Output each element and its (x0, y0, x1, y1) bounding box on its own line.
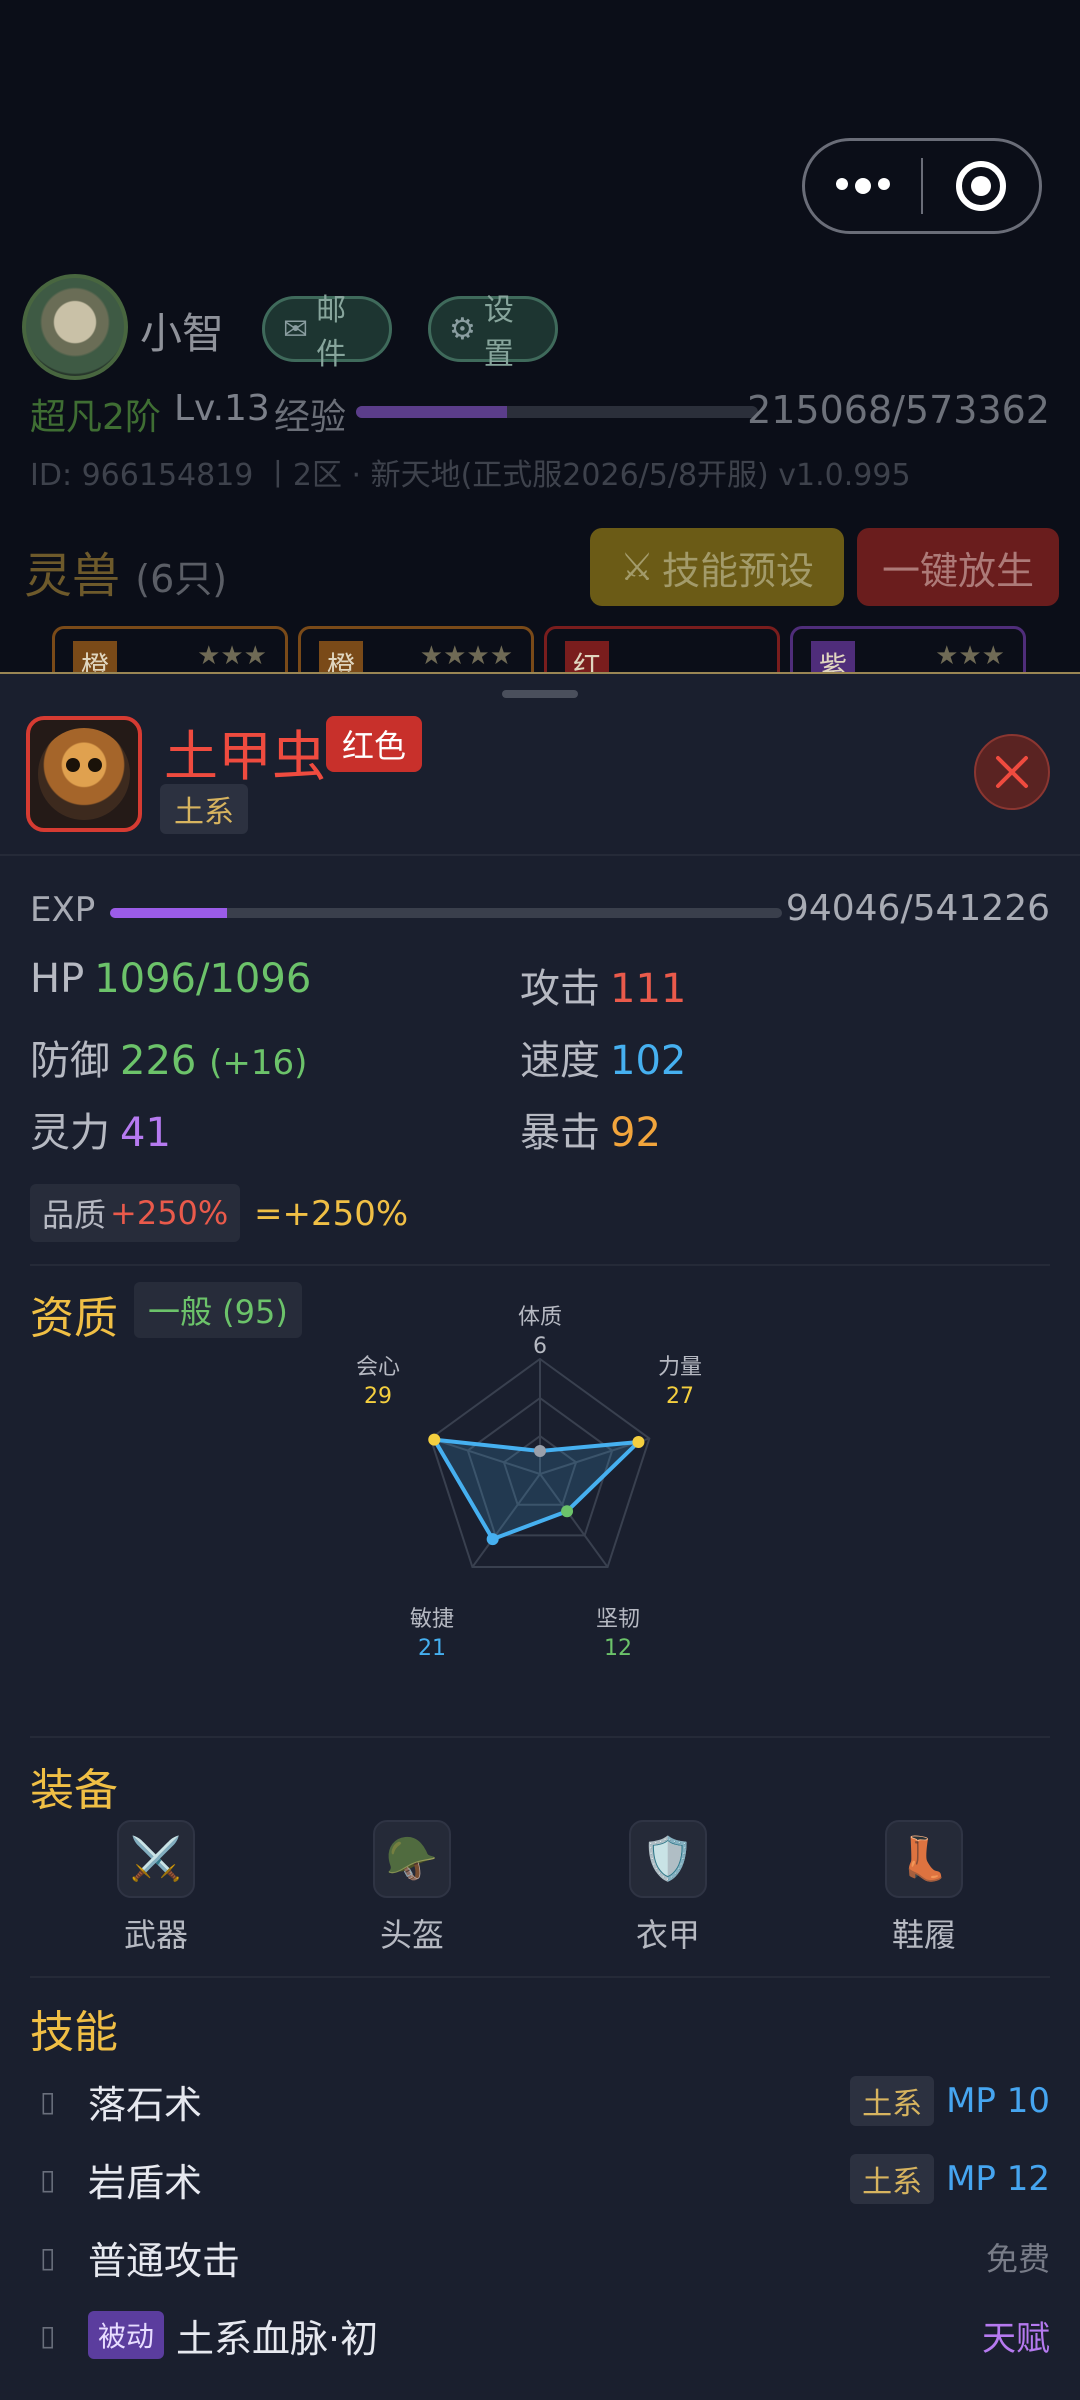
player-exp-label: 经验 (274, 397, 347, 438)
boots-icon: 👢 (885, 1820, 963, 1898)
gear-icon: ⚙ (449, 311, 476, 347)
skill-cost: MP 12 (946, 2159, 1050, 2199)
passive-tag: 被动 (88, 2311, 165, 2359)
skill-name: 普通攻击 (88, 2238, 241, 2283)
skill-element-tag: 土系 (850, 2076, 935, 2126)
equipment-title: 装备 (30, 1765, 118, 1816)
quality-total: =+250% (254, 1194, 409, 1234)
pet-card-stars: ★★★ (197, 641, 267, 671)
mailbox-icon: ✉ (283, 311, 309, 347)
pet-card-stars: ★★★★ (419, 641, 513, 671)
skill-name: 岩盾术 (88, 2160, 203, 2205)
radar-label: 力量 27 (657, 1355, 702, 1409)
armor-icon: 🛡️ (629, 1820, 707, 1898)
equip-slot-label: 武器 (123, 1916, 188, 1954)
skill-name: 土系血脉·初 (176, 2316, 379, 2361)
aptitude-radar-chart: 体质 6 力量 27 坚韧 12 敏捷 21 会心 29 (340, 1305, 740, 1694)
pet-card-stars: ★★★ (935, 641, 1005, 671)
radar-label: 敏捷 21 (409, 1607, 454, 1661)
skill-icon: ▯ (40, 2084, 56, 2118)
settings-button[interactable]: ⚙ 设置 (428, 293, 558, 372)
radar-point (561, 1505, 574, 1518)
mail-button[interactable]: ✉ 邮件 (262, 293, 392, 372)
skill-element-tag: 土系 (850, 2154, 935, 2204)
release-all-button[interactable]: 一键放生 (857, 528, 1059, 606)
stat-speed: 速度 102 (520, 1038, 687, 1084)
pet-name: 土甲虫 (164, 725, 326, 788)
crossed-swords-icon: ⚔ (619, 545, 655, 589)
sheet-drag-handle[interactable] (502, 690, 578, 698)
more-button[interactable] (805, 141, 921, 231)
quality-badge: 红色 (326, 716, 423, 772)
pet-exp-value: 94046/541226 (785, 888, 1050, 929)
radar-label: 体质 6 (517, 1305, 562, 1359)
player-rank: 超凡2阶 (30, 397, 161, 438)
skill-icon: ▯ (40, 2162, 56, 2196)
equip-slot-label: 衣甲 (635, 1916, 700, 1954)
radar-label: 会心 29 (355, 1355, 400, 1409)
pet-exp-bar (110, 908, 782, 918)
weapon-icon: ⚔️ (117, 1820, 195, 1898)
mail-label: 邮件 (316, 293, 347, 372)
aptitude-title: 资质 (30, 1293, 118, 1344)
player-exp-value: 215068/573362 (747, 388, 1050, 432)
skill-cost: 免费 (985, 2240, 1050, 2278)
skill-name: 落石术 (88, 2082, 203, 2127)
radar-point (534, 1445, 546, 1457)
player-id-line: ID: 966154819 丨2区 · 新天地(正式服2026/5/8开服) v… (30, 458, 911, 493)
element-badge: 土系 (160, 784, 248, 834)
stat-hp: HP 1096/1096 (30, 956, 312, 1002)
pet-exp-label: EXP (30, 890, 96, 930)
close-icon (996, 756, 1028, 788)
beetle-icon (38, 728, 130, 820)
pets-section-title: 灵兽 (6只) (24, 548, 228, 604)
equip-slot-label: 鞋履 (891, 1916, 956, 1954)
radar-point (428, 1433, 441, 1446)
stat-attack: 攻击 111 (520, 966, 687, 1012)
skills-title: 技能 (30, 2007, 118, 2058)
background-screen: 小智 ✉ 邮件 ⚙ 设置 超凡2阶 Lv.13 经验 215068/573362… (0, 0, 1080, 686)
radar-point (486, 1533, 499, 1546)
exit-button[interactable] (923, 141, 1039, 231)
player-level: Lv.13 (174, 388, 270, 429)
pet-detail-sheet: 土甲虫 红色 土系 EXP 94046/541226 HP 1096/1096 攻… (0, 672, 1080, 2400)
equip-slot-boots[interactable]: 👢 鞋履 (864, 1820, 984, 1956)
mini-program-capsule (802, 138, 1042, 234)
skill-preset-button[interactable]: ⚔ 技能预设 (590, 528, 844, 606)
settings-label: 设置 (483, 293, 514, 372)
skill-icon: ▯ (40, 2240, 56, 2274)
target-icon (956, 161, 1006, 211)
skill-row[interactable]: ▯ 被动 土系血脉·初 天赋 (30, 2300, 1050, 2370)
skill-row[interactable]: ▯ 普通攻击 免费 (30, 2222, 1050, 2292)
close-button[interactable] (974, 734, 1050, 810)
skill-preset-label: 技能预设 (662, 548, 815, 593)
equip-slot-helmet[interactable]: 🪖 头盔 (352, 1820, 472, 1956)
skill-icon: ▯ (40, 2318, 56, 2352)
radar-label: 坚韧 12 (595, 1607, 640, 1661)
skill-cost: 天赋 (982, 2318, 1050, 2359)
skill-row[interactable]: ▯ 落石术 土系 MP 10 (30, 2066, 1050, 2136)
equip-slot-weapon[interactable]: ⚔️ 武器 (96, 1820, 216, 1956)
pet-portrait (26, 716, 142, 832)
aptitude-grade: 一般 (95) (134, 1282, 302, 1338)
equip-slot-armor[interactable]: 🛡️ 衣甲 (608, 1820, 728, 1956)
skill-row[interactable]: ▯ 岩盾术 土系 MP 12 (30, 2144, 1050, 2214)
quality-bonus: 品质 +250% (30, 1184, 241, 1242)
more-dots-icon (836, 178, 890, 194)
stat-crit: 暴击 92 (520, 1110, 661, 1156)
stat-spirit: 灵力 41 (30, 1110, 171, 1156)
player-exp-bar (356, 406, 758, 418)
skill-cost: MP 10 (946, 2081, 1050, 2121)
radar-point (632, 1436, 645, 1449)
player-avatar[interactable] (22, 274, 128, 380)
player-name: 小智 (140, 309, 225, 358)
stat-defense: 防御 226 (+16) (30, 1038, 308, 1084)
equip-slot-label: 头盔 (379, 1916, 444, 1954)
helmet-icon: 🪖 (373, 1820, 451, 1898)
